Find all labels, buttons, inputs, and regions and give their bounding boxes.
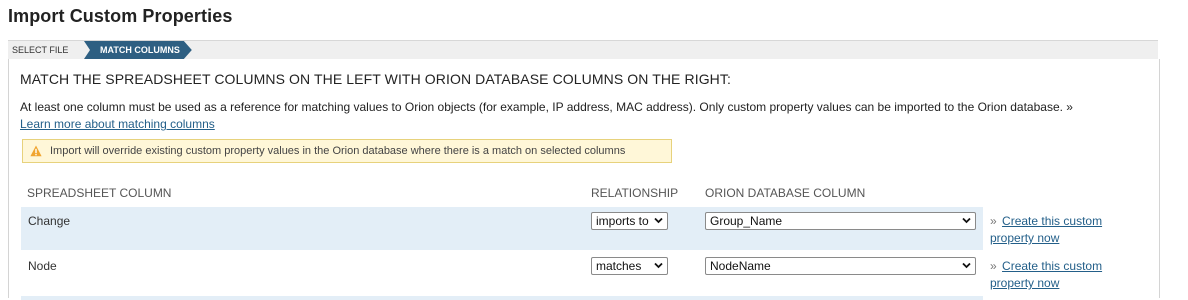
learn-more-link[interactable]: Learn more about matching columns (20, 117, 215, 131)
table-row-partial (21, 296, 1147, 300)
orion-column-select[interactable]: Group_Name (705, 212, 976, 230)
relationship-select[interactable]: matches (591, 257, 668, 275)
col-header-relationship: RELATIONSHIP (591, 186, 679, 200)
page-title: Import Custom Properties (8, 6, 233, 26)
orion-column-select-value: Group_Name (710, 214, 783, 228)
orion-column-select-value: NodeName (710, 259, 771, 273)
col-header-spreadsheet: SPREADSHEET COLUMN (27, 186, 172, 200)
create-custom-property-link[interactable]: » Create this custom property now (990, 213, 1130, 247)
wizard-steps: SELECT FILE MATCH COLUMNS (8, 40, 1158, 60)
description: At least one column must be used as a re… (20, 99, 1130, 133)
spreadsheet-column-value: Change (28, 214, 71, 228)
warning-banner: Import will override existing custom pro… (22, 139, 672, 163)
section-heading: MATCH THE SPREADSHEET COLUMNS ON THE LEF… (20, 71, 731, 87)
table-row: Node matches NodeName » Create this cust… (21, 252, 1147, 295)
relationship-select-value: imports to (596, 214, 649, 228)
double-arrow-icon: » (990, 214, 997, 228)
table-row: Change imports to Group_Name » Create th… (21, 207, 1147, 250)
chevron-down-icon (962, 262, 971, 269)
chevron-down-icon (654, 217, 663, 224)
relationship-select-value: matches (596, 259, 642, 273)
wizard-step-match-columns[interactable]: MATCH COLUMNS (84, 41, 192, 59)
create-custom-property-link[interactable]: » Create this custom property now (990, 258, 1130, 292)
relationship-select[interactable]: imports to (591, 212, 668, 230)
chevron-down-icon (654, 262, 663, 269)
chevron-down-icon (962, 217, 971, 224)
match-columns-panel: MATCH THE SPREADSHEET COLUMNS ON THE LEF… (8, 59, 1160, 300)
spreadsheet-column-value: Node (28, 259, 57, 273)
wizard-step-select-file[interactable]: SELECT FILE (12, 41, 68, 59)
double-arrow-icon: » (990, 259, 997, 273)
orion-column-select[interactable]: NodeName (705, 257, 976, 275)
col-header-orion: ORION DATABASE COLUMN (705, 186, 866, 200)
description-text: At least one column must be used as a re… (20, 100, 1073, 114)
warning-text: Import will override existing custom pro… (50, 145, 626, 157)
warning-icon (30, 145, 42, 157)
